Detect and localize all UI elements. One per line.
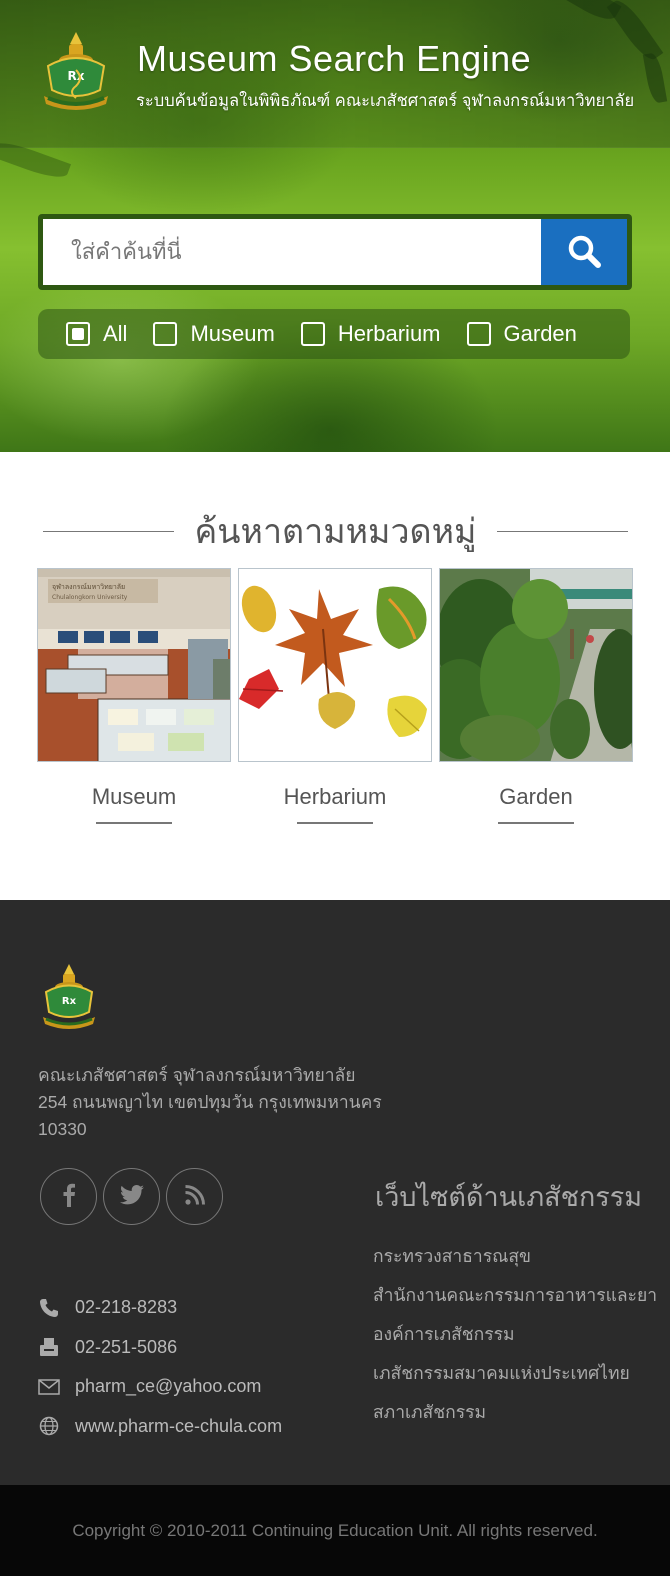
filter-all-checkbox[interactable]: [66, 322, 90, 346]
category-underline: [96, 822, 172, 824]
filter-museum-label: Museum: [190, 321, 275, 346]
globe-icon: [38, 1415, 60, 1437]
twitter-icon: [119, 1184, 144, 1209]
filter-herbarium-label: Herbarium: [337, 321, 441, 346]
filter-garden-label: Garden: [503, 321, 577, 346]
museum-sign-sub: Chulalongkorn University: [52, 594, 128, 601]
facebook-icon: [59, 1183, 79, 1211]
pharmacy-links: กระทรวงสาธารณสุข สำนักงานคณะกรรมการอาหาร…: [373, 1242, 663, 1437]
footer-address: คณะเภสัชศาสตร์ จุฬาลงกรณ์มหาวิทยาลัย 254…: [38, 1062, 398, 1143]
search-box: [38, 214, 632, 290]
search-icon: [567, 234, 601, 271]
copyright-text: Copyright © 2010-2011 Continuing Educati…: [72, 1520, 598, 1540]
filter-bar: All Museum Herbarium Garden: [38, 309, 630, 359]
museum-image[interactable]: จุฬาลงกรณ์มหาวิทยาลัย Chulalongkorn Univ…: [37, 568, 231, 762]
mail-icon: [38, 1376, 60, 1398]
contact-website: www.pharm-ce-chula.com: [38, 1407, 282, 1447]
search-button[interactable]: [541, 219, 627, 285]
category-underline: [498, 822, 574, 824]
rss-icon: [184, 1184, 205, 1209]
category-card-herbarium[interactable]: Herbarium: [238, 568, 432, 824]
pharmacy-link[interactable]: กระทรวงสาธารณสุข: [373, 1242, 663, 1281]
contact-list: 02-218-8283 02-251-5086 pharm_ce@yahoo.c…: [38, 1288, 282, 1446]
social-links: [40, 1168, 229, 1225]
category-heading-wrap: ค้นหาตามหมวดหมู่: [43, 500, 628, 560]
fax-icon: [38, 1336, 60, 1358]
category-label-herbarium[interactable]: Herbarium: [238, 784, 432, 810]
filter-garden-checkbox[interactable]: [466, 322, 491, 346]
filter-herbarium-checkbox[interactable]: [300, 322, 325, 346]
filter-all-label: All: [103, 321, 128, 346]
pharmacy-links-title: เว็บไซต์ด้านเภสัชกรรม: [375, 1182, 643, 1212]
facebook-button[interactable]: [40, 1168, 97, 1225]
email-text[interactable]: pharm_ce@yahoo.com: [75, 1376, 261, 1397]
filter-herbarium[interactable]: Herbarium: [300, 321, 441, 347]
filter-all[interactable]: All: [66, 321, 127, 347]
website-text[interactable]: www.pharm-ce-chula.com: [75, 1416, 282, 1437]
twitter-button[interactable]: [103, 1168, 160, 1225]
pharmacy-link[interactable]: องค์การเภสัชกรรม: [373, 1320, 663, 1359]
faculty-logo[interactable]: Rx: [38, 30, 114, 112]
contact-fax: 02-251-5086: [38, 1328, 282, 1368]
contact-email: pharm_ce@yahoo.com: [38, 1367, 282, 1407]
address-line: 254 ถนนพญาไท เขตปทุมวัน กรุงเทพมหานคร: [38, 1092, 382, 1112]
site-subtitle: ระบบค้นข้อมูลในพิพิธภัณฑ์ คณะเภสัชศาสตร์…: [136, 92, 635, 110]
herbarium-image[interactable]: [238, 568, 432, 762]
filter-museum[interactable]: Museum: [153, 321, 275, 347]
pharmacy-link[interactable]: เภสัชกรรมสมาคมแห่งประเทศไทย: [373, 1359, 663, 1398]
museum-sign-text: จุฬาลงกรณ์มหาวิทยาลัย: [52, 583, 125, 591]
filter-garden[interactable]: Garden: [466, 321, 577, 347]
svg-text:Rx: Rx: [62, 996, 77, 1007]
heading-divider-right: [497, 531, 628, 532]
category-label-museum[interactable]: Museum: [37, 784, 231, 810]
fax-text: 02-251-5086: [75, 1336, 178, 1357]
search-input[interactable]: [43, 219, 541, 285]
garden-image[interactable]: [439, 568, 633, 762]
category-underline: [297, 822, 373, 824]
category-card-museum[interactable]: จุฬาลงกรณ์มหาวิทยาลัย Chulalongkorn Univ…: [37, 568, 231, 824]
contact-phone: 02-218-8283: [38, 1288, 282, 1328]
search-inner: [43, 219, 627, 285]
category-label-garden[interactable]: Garden: [439, 784, 633, 810]
rss-button[interactable]: [166, 1168, 223, 1225]
filter-museum-checkbox[interactable]: [153, 322, 178, 346]
copyright-bar: Copyright © 2010-2011 Continuing Educati…: [0, 1485, 670, 1576]
pharmacy-link[interactable]: สำนักงานคณะกรรมการอาหารและยา: [373, 1281, 663, 1320]
address-line: 10330: [38, 1119, 87, 1139]
phone-text[interactable]: 02-218-8283: [75, 1297, 177, 1318]
footer-logo[interactable]: Rx: [38, 962, 100, 1030]
footer: Rx คณะเภสัชศาสตร์ จุฬาลงกรณ์มหาวิทยาลัย …: [0, 900, 670, 1485]
pharmacy-link[interactable]: สภาเภสัชกรรม: [373, 1398, 663, 1437]
phone-icon: [38, 1297, 60, 1319]
category-card-garden[interactable]: Garden: [439, 568, 633, 824]
hero-banner: Rx Museum Search Engine ระบบค้นข้อมูลในพ…: [0, 0, 670, 452]
address-line: คณะเภสัชศาสตร์ จุฬาลงกรณ์มหาวิทยาลัย: [38, 1065, 356, 1085]
site-title: Museum Search Engine: [137, 38, 532, 79]
